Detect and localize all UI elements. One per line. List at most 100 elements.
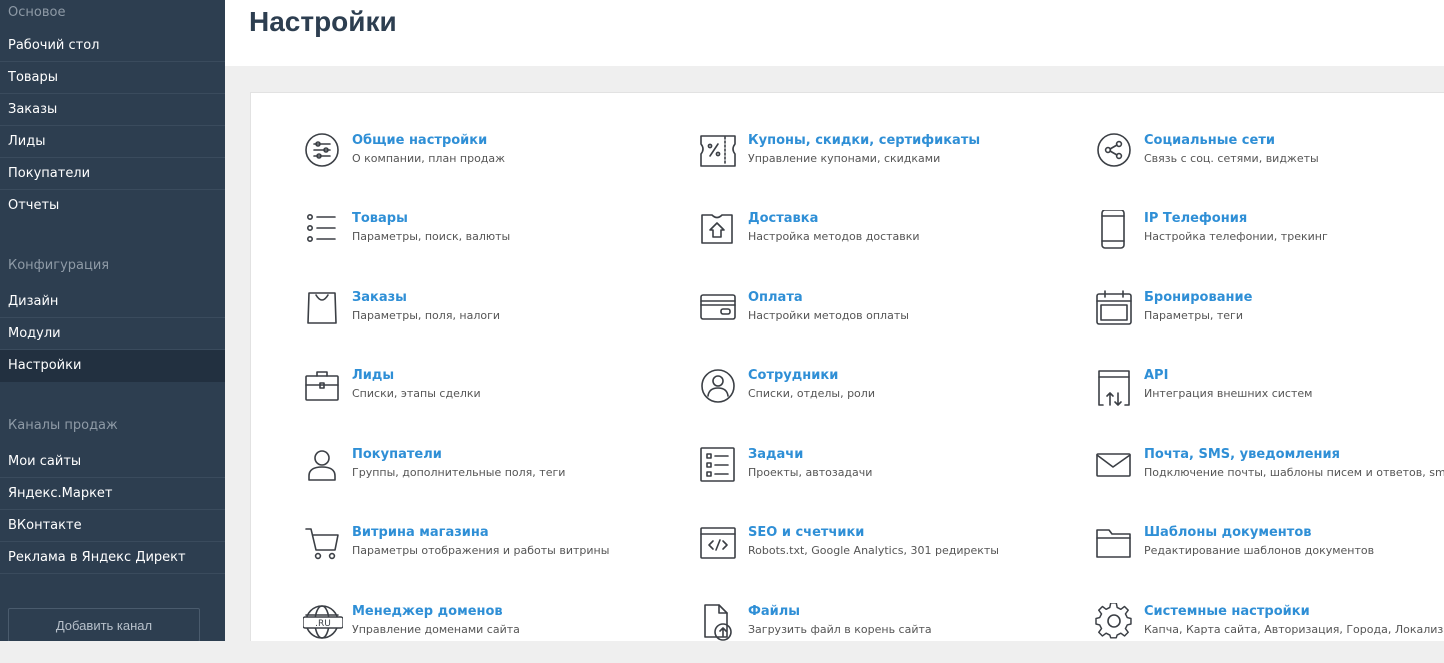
phone-icon — [1095, 210, 1135, 250]
tile-files[interactable]: Файлы Загрузить файл в корень сайта — [699, 603, 1079, 663]
sidebar-item-products[interactable]: Товары — [0, 62, 225, 94]
list-icon — [303, 210, 343, 250]
tile-doc-templates[interactable]: Шаблоны документов Редактирование шаблон… — [1095, 524, 1444, 584]
tile-social[interactable]: Социальные сети Связь с соц. сетями, вид… — [1095, 132, 1444, 192]
folder-icon — [1095, 524, 1135, 564]
tile-title: Общие настройки — [352, 133, 488, 148]
tile-title: Покупатели — [352, 447, 442, 462]
sidebar-heading-channels: Каналы продаж — [8, 418, 118, 433]
globe-icon: .RU — [303, 603, 343, 643]
tile-desc: Параметры, поиск, валюты — [352, 230, 511, 243]
sidebar-item-customers[interactable]: Покупатели — [0, 158, 225, 190]
employee-icon — [699, 367, 739, 407]
add-channel-button[interactable]: Добавить канал — [8, 608, 200, 641]
tile-seo[interactable]: SEO и счетчики Robots.txt, Google Analyt… — [699, 524, 1079, 584]
tile-title: Системные настройки — [1144, 604, 1310, 619]
api-icon — [1095, 367, 1135, 407]
tile-desc: О компании, план продаж — [352, 152, 506, 165]
tile-leads[interactable]: Лиды Списки, этапы сделки — [303, 367, 683, 427]
page-header: Настройки — [225, 0, 1444, 66]
tile-storefront[interactable]: Витрина магазина Параметры отображения и… — [303, 524, 683, 584]
tile-title: Сотрудники — [748, 368, 839, 383]
tile-employees[interactable]: Сотрудники Списки, отделы, роли — [699, 367, 1079, 427]
tile-payment[interactable]: Оплата Настройки методов оплаты — [699, 289, 1079, 349]
tile-title: Витрина магазина — [352, 525, 489, 540]
share-icon — [1095, 132, 1135, 172]
tile-title: Почта, SMS, уведомления — [1144, 447, 1340, 462]
tile-desc: Параметры, теги — [1144, 309, 1243, 322]
tile-products[interactable]: Товары Параметры, поиск, валюты — [303, 210, 683, 270]
tile-orders[interactable]: Заказы Параметры, поля, налоги — [303, 289, 683, 349]
sidebar-item-vkontakte[interactable]: ВКонтакте — [0, 510, 225, 542]
tile-title: Заказы — [352, 290, 407, 305]
tile-title: SEO и счетчики — [748, 525, 865, 540]
sidebar-item-settings[interactable]: Настройки — [0, 350, 225, 382]
tile-desc: Группы, дополнительные поля, теги — [352, 466, 566, 479]
tile-desc: Настройка телефонии, трекинг — [1144, 230, 1328, 243]
tile-customers[interactable]: Покупатели Группы, дополнительные поля, … — [303, 446, 683, 506]
tile-booking[interactable]: Бронирование Параметры, теги — [1095, 289, 1444, 349]
tile-title: Товары — [352, 211, 408, 226]
sidebar-heading-main: Основое — [8, 5, 66, 20]
tile-general-settings[interactable]: Общие настройки О компании, план продаж — [303, 132, 683, 192]
settings-card: Общие настройки О компании, план продаж … — [250, 92, 1444, 641]
tile-desc: Параметры, поля, налоги — [352, 309, 501, 322]
bag-icon — [303, 289, 343, 329]
sidebar-item-yandex-direct[interactable]: Реклама в Яндекс Директ — [0, 542, 225, 574]
tile-title: Лиды — [352, 368, 395, 383]
calendar-icon — [1095, 289, 1135, 329]
tile-desc: Параметры отображения и работы витрины — [352, 544, 610, 557]
sidebar-item-leads[interactable]: Лиды — [0, 126, 225, 158]
tile-desc: Капча, Карта сайта, Авторизация, Города,… — [1144, 623, 1444, 636]
tile-tasks[interactable]: Задачи Проекты, автозадачи — [699, 446, 1079, 506]
coupon-icon — [699, 132, 739, 172]
sidebar-heading-config: Конфигурация — [8, 258, 110, 273]
tile-title: Доставка — [748, 211, 819, 226]
box-icon — [699, 210, 739, 250]
tile-delivery[interactable]: Доставка Настройка методов доставки — [699, 210, 1079, 270]
tile-title: Оплата — [748, 290, 803, 305]
checklist-icon — [699, 446, 739, 486]
sidebar-item-yandex-market[interactable]: Яндекс.Маркет — [0, 478, 225, 510]
tile-mail-sms[interactable]: Почта, SMS, уведомления Подключение почт… — [1095, 446, 1444, 506]
tile-desc: Списки, этапы сделки — [352, 387, 481, 400]
tile-ip-telephony[interactable]: IP Телефония Настройка телефонии, трекин… — [1095, 210, 1444, 270]
tile-system-settings[interactable]: Системные настройки Капча, Карта сайта, … — [1095, 603, 1444, 663]
tile-title: Файлы — [748, 604, 801, 619]
tile-coupons[interactable]: Купоны, скидки, сертификаты Управление к… — [699, 132, 1079, 192]
tile-desc: Списки, отделы, роли — [748, 387, 875, 400]
briefcase-icon — [303, 367, 343, 407]
tile-title: API — [1144, 368, 1169, 383]
file-upload-icon — [699, 603, 739, 643]
tile-domain-manager[interactable]: .RU Менеджер доменов Управление доменами… — [303, 603, 683, 663]
cart-icon — [303, 524, 343, 564]
sidebar-item-my-sites[interactable]: Мои сайты — [0, 446, 225, 478]
page-title: Настройки — [249, 6, 397, 37]
tile-desc: Редактирование шаблонов документов — [1144, 544, 1375, 557]
user-icon — [303, 446, 343, 486]
tile-title: Задачи — [748, 447, 804, 462]
code-window-icon — [699, 524, 739, 564]
sidebar-item-dashboard[interactable]: Рабочий стол — [0, 30, 225, 62]
tile-title: Менеджер доменов — [352, 604, 503, 619]
sidebar-item-design[interactable]: Дизайн — [0, 286, 225, 318]
sliders-icon — [303, 132, 343, 172]
tile-desc: Подключение почты, шаблоны писем и ответ… — [1144, 466, 1444, 479]
sidebar-item-orders[interactable]: Заказы — [0, 94, 225, 126]
tile-title: Бронирование — [1144, 290, 1253, 305]
sidebar: Основое Рабочий стол Товары Заказы Лиды … — [0, 0, 225, 641]
tile-desc: Проекты, автозадачи — [748, 466, 873, 479]
tile-title: IP Телефония — [1144, 211, 1248, 226]
tile-desc: Связь с соц. сетями, виджеты — [1144, 152, 1319, 165]
sidebar-item-modules[interactable]: Модули — [0, 318, 225, 350]
tile-desc: Настройки методов оплаты — [748, 309, 909, 322]
sidebar-item-reports[interactable]: Отчеты — [0, 190, 225, 222]
tile-desc: Загрузить файл в корень сайта — [748, 623, 932, 636]
tile-api[interactable]: API Интеграция внешних систем — [1095, 367, 1444, 427]
gear-icon — [1095, 603, 1135, 643]
tile-title: Купоны, скидки, сертификаты — [748, 133, 981, 148]
tile-desc: Интеграция внешних систем — [1144, 387, 1313, 400]
tile-title: Шаблоны документов — [1144, 525, 1312, 540]
